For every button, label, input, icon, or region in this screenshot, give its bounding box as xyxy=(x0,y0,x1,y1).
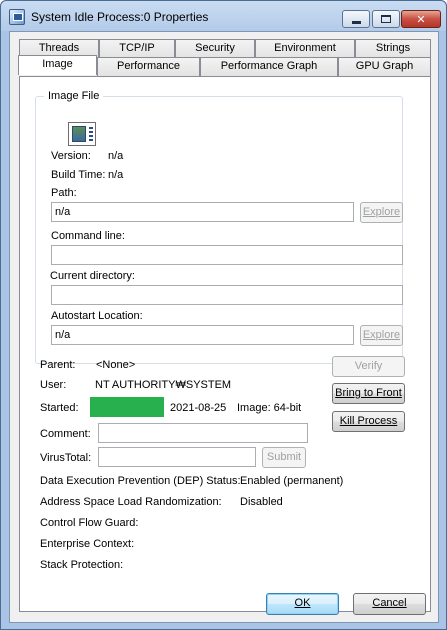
path-explore-button[interactable]: Explore xyxy=(360,202,403,223)
ok-label: OK xyxy=(294,597,311,609)
user-label: User: xyxy=(40,379,67,391)
kill-process-button[interactable]: Kill Process xyxy=(332,411,405,432)
version-label: Version: xyxy=(51,150,91,162)
minimize-button[interactable] xyxy=(342,10,370,28)
user-value: NT AUTHORITY₩SYSTEM xyxy=(95,379,232,391)
parent-value: <None> xyxy=(96,359,136,371)
explore-label: Explore xyxy=(362,329,401,341)
autostart-explore-button[interactable]: Explore xyxy=(360,325,403,346)
app-window-icon xyxy=(9,9,25,25)
submit-button[interactable]: Submit xyxy=(262,447,306,468)
dep-value: Enabled (permanent) xyxy=(240,475,344,487)
build-time-label: Build Time: xyxy=(51,169,106,181)
minimize-icon xyxy=(351,20,361,24)
close-icon: ✕ xyxy=(416,12,426,26)
tab-security[interactable]: Security xyxy=(175,39,255,58)
current-directory-label: Current directory: xyxy=(50,270,135,282)
cfg-label: Control Flow Guard: xyxy=(40,517,139,529)
started-date: 2021-08-25 xyxy=(170,402,227,414)
aslr-label: Address Space Load Randomization: xyxy=(40,496,222,508)
current-directory-field[interactable] xyxy=(51,285,403,305)
cancel-button[interactable]: Cancel xyxy=(353,593,426,615)
path-field[interactable]: n/a xyxy=(51,202,354,222)
bring-to-front-label: Bring to Front xyxy=(335,387,402,399)
enterprise-context-label: Enterprise Context: xyxy=(40,538,135,550)
virustotal-label: VirusTotal: xyxy=(40,452,92,464)
image-file-group: Image File Version: n/a Build Time: n/a … xyxy=(35,90,403,364)
explore-label: Explore xyxy=(362,206,401,218)
build-time-value: n/a xyxy=(108,169,124,181)
tab-strings[interactable]: Strings xyxy=(355,39,431,58)
version-value: n/a xyxy=(108,150,124,162)
virustotal-field[interactable] xyxy=(98,447,256,467)
comment-label: Comment: xyxy=(40,428,91,440)
dialog-client-area: Threads TCP/IP Security Environment Stri… xyxy=(9,31,439,623)
maximize-button[interactable] xyxy=(372,10,400,28)
icon-bars xyxy=(89,127,93,141)
started-label: Started: xyxy=(40,402,79,414)
tab-image[interactable]: Image xyxy=(18,55,97,75)
tab-performance[interactable]: Performance xyxy=(97,57,200,76)
image-tab-panel: Image File Version: n/a Build Time: n/a … xyxy=(19,76,431,612)
application-window-icon xyxy=(68,122,96,146)
tab-tcpip[interactable]: TCP/IP xyxy=(99,39,175,58)
close-button[interactable]: ✕ xyxy=(401,10,441,28)
bring-to-front-button[interactable]: Bring to Front xyxy=(332,383,405,404)
command-line-label: Command line: xyxy=(51,230,125,242)
command-line-field[interactable] xyxy=(51,245,403,265)
tab-gpu-graph[interactable]: GPU Graph xyxy=(338,57,431,76)
cancel-label: Cancel xyxy=(372,597,407,609)
autostart-location-label: Autostart Location: xyxy=(51,310,143,322)
kill-process-label: Kill Process xyxy=(339,415,398,427)
parent-label: Parent: xyxy=(40,359,76,371)
path-label: Path: xyxy=(51,187,77,199)
stack-protection-label: Stack Protection: xyxy=(40,559,124,571)
dep-label: Data Execution Prevention (DEP) Status: xyxy=(40,475,241,487)
tab-environment[interactable]: Environment xyxy=(255,39,355,58)
autostart-location-field[interactable]: n/a xyxy=(51,325,354,345)
maximize-icon xyxy=(381,15,391,23)
tab-performance-graph[interactable]: Performance Graph xyxy=(200,57,338,76)
title-bar[interactable]: System Idle Process:0 Properties ✕ xyxy=(1,1,446,31)
icon-pane xyxy=(72,126,86,142)
image-bitness: Image: 64-bit xyxy=(237,402,302,414)
redacted-start-time xyxy=(90,397,164,417)
aslr-value: Disabled xyxy=(240,496,283,508)
comment-field[interactable] xyxy=(98,423,308,443)
properties-window: System Idle Process:0 Properties ✕ Threa… xyxy=(0,0,447,630)
group-title: Image File xyxy=(44,90,104,102)
window-title: System Idle Process:0 Properties xyxy=(31,10,209,24)
verify-button[interactable]: Verify xyxy=(332,356,405,377)
ok-button[interactable]: OK xyxy=(266,593,339,615)
